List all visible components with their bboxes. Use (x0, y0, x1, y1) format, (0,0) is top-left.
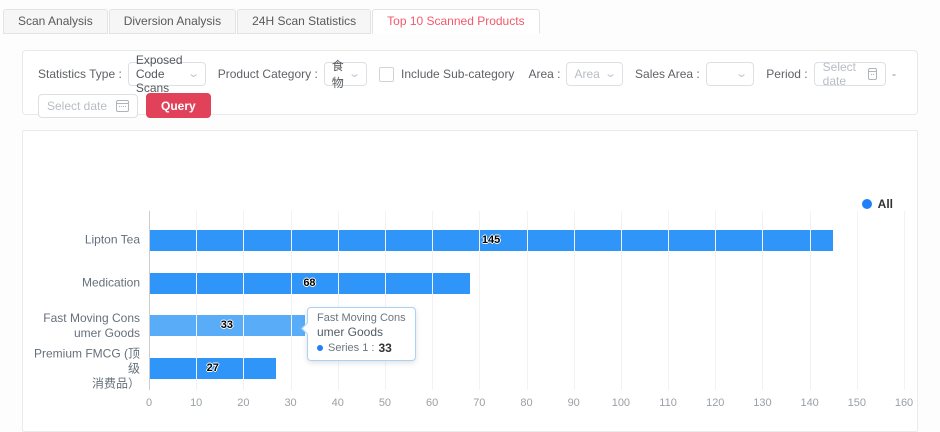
tab-top10-scanned-products[interactable]: Top 10 Scanned Products (372, 9, 539, 34)
gridline (385, 211, 386, 390)
gridline (196, 211, 197, 390)
filter-row-1: Statistics Type : Exposed Code Scans ⌄ P… (38, 62, 902, 86)
bar-value-label: 27 (149, 358, 276, 379)
tab-scan-analysis[interactable]: Scan Analysis (3, 9, 108, 34)
x-axis-tick-label: 140 (800, 397, 818, 409)
x-axis-tick-label: 30 (284, 397, 296, 409)
x-axis-tick-label: 100 (612, 397, 630, 409)
legend-label: All (878, 197, 893, 211)
query-button[interactable]: Query (146, 93, 211, 118)
x-axis-tick-label: 60 (426, 397, 438, 409)
period-end-placeholder: Select date (47, 99, 107, 113)
tab-diversion-analysis[interactable]: Diversion Analysis (109, 9, 236, 34)
bar-3[interactable]: 27 (149, 358, 276, 379)
statistics-type-label: Statistics Type : (38, 67, 122, 81)
chart-tooltip: Fast Moving Cons umer Goods Series 1 : 3… (307, 307, 416, 361)
series-marker-icon (317, 345, 323, 351)
gridline (904, 211, 905, 390)
period-start-placeholder: Select date (823, 60, 860, 88)
calendar-icon (868, 68, 877, 80)
gridline (715, 211, 716, 390)
y-axis-line (149, 211, 150, 390)
sales-area-select[interactable]: ⌄ (706, 62, 755, 86)
tab-bar: Scan Analysis Diversion Analysis 24H Sca… (3, 9, 541, 34)
filter-row-2: Select date Query (38, 93, 902, 118)
statistics-type-value: Exposed Code Scans (136, 53, 183, 95)
gridline (527, 211, 528, 390)
x-axis-tick-label: 130 (753, 397, 771, 409)
chevron-down-icon: ⌄ (348, 69, 361, 79)
x-axis-tick-label: 20 (237, 397, 249, 409)
legend-item-all[interactable]: All (862, 197, 893, 211)
include-subcategory-label: Include Sub-category (401, 67, 514, 81)
x-axis-tick-label: 150 (848, 397, 866, 409)
period-range-separator: - (892, 67, 896, 81)
gridline (479, 211, 480, 390)
x-axis-tick-label: 110 (659, 397, 677, 409)
bar-2[interactable]: 33 (149, 315, 305, 336)
plot-area: 145Lipton Tea68Medication33Fast Moving C… (149, 211, 904, 390)
filter-panel: Statistics Type : Exposed Code Scans ⌄ P… (22, 50, 918, 115)
x-axis-tick-label: 40 (332, 397, 344, 409)
x-axis-tick-label: 70 (473, 397, 485, 409)
product-category-select[interactable]: 食物 ⌄ (324, 62, 367, 86)
category-label-0: Lipton Tea (28, 233, 140, 248)
tooltip-series-row: Series 1 : 33 (317, 341, 406, 355)
bar-value-label: 145 (149, 230, 833, 251)
sales-area-label: Sales Area : (635, 67, 700, 81)
include-subcategory-checkbox[interactable] (379, 67, 394, 82)
chart-panel: All 145Lipton Tea68Medication33Fast Movi… (22, 130, 918, 432)
category-label-2: Fast Moving Consumer Goods (28, 311, 140, 341)
gridline (668, 211, 669, 390)
chevron-down-icon: ⌄ (187, 69, 200, 79)
x-axis-tick-label: 90 (568, 397, 580, 409)
period-label: Period : (766, 67, 807, 81)
period-start-input[interactable]: Select date (814, 62, 886, 86)
gridline (338, 211, 339, 390)
tab-24h-scan-statistics[interactable]: 24H Scan Statistics (237, 9, 371, 34)
gridline (243, 211, 244, 390)
period-end-input[interactable]: Select date (38, 94, 138, 118)
calendar-icon (116, 100, 129, 112)
tooltip-title-line1: Fast Moving Cons (317, 312, 406, 325)
gridline (621, 211, 622, 390)
product-category-label: Product Category : (218, 67, 318, 81)
category-label-1: Medication (28, 276, 140, 291)
gridline (762, 211, 763, 390)
x-axis-tick-label: 0 (146, 397, 152, 409)
area-select[interactable]: Area ⌄ (566, 62, 623, 86)
gridline (291, 211, 292, 390)
gridline (810, 211, 811, 390)
x-axis-tick-label: 120 (706, 397, 724, 409)
statistics-type-select[interactable]: Exposed Code Scans ⌄ (128, 62, 206, 86)
area-label: Area : (528, 67, 560, 81)
x-axis-tick-label: 160 (895, 397, 913, 409)
bar-0[interactable]: 145 (149, 230, 833, 251)
product-category-value: 食物 (332, 57, 344, 91)
x-axis-tick-label: 80 (520, 397, 532, 409)
tooltip-title-line2: umer Goods (317, 325, 406, 340)
gridline (857, 211, 858, 390)
chevron-down-icon: ⌄ (735, 69, 748, 79)
chevron-down-icon: ⌄ (604, 69, 617, 79)
gridline (574, 211, 575, 390)
bar-value-label: 33 (149, 315, 305, 336)
tooltip-series-value: 33 (378, 341, 391, 355)
gridline (432, 211, 433, 390)
tooltip-series-label: Series 1 : (328, 342, 374, 354)
x-axis-tick-label: 10 (190, 397, 202, 409)
category-label-3: Premium FMCG (顶级消费品） (28, 346, 140, 391)
x-axis-tick-label: 50 (379, 397, 391, 409)
legend-dot-icon (862, 199, 872, 209)
area-placeholder: Area (574, 67, 599, 81)
